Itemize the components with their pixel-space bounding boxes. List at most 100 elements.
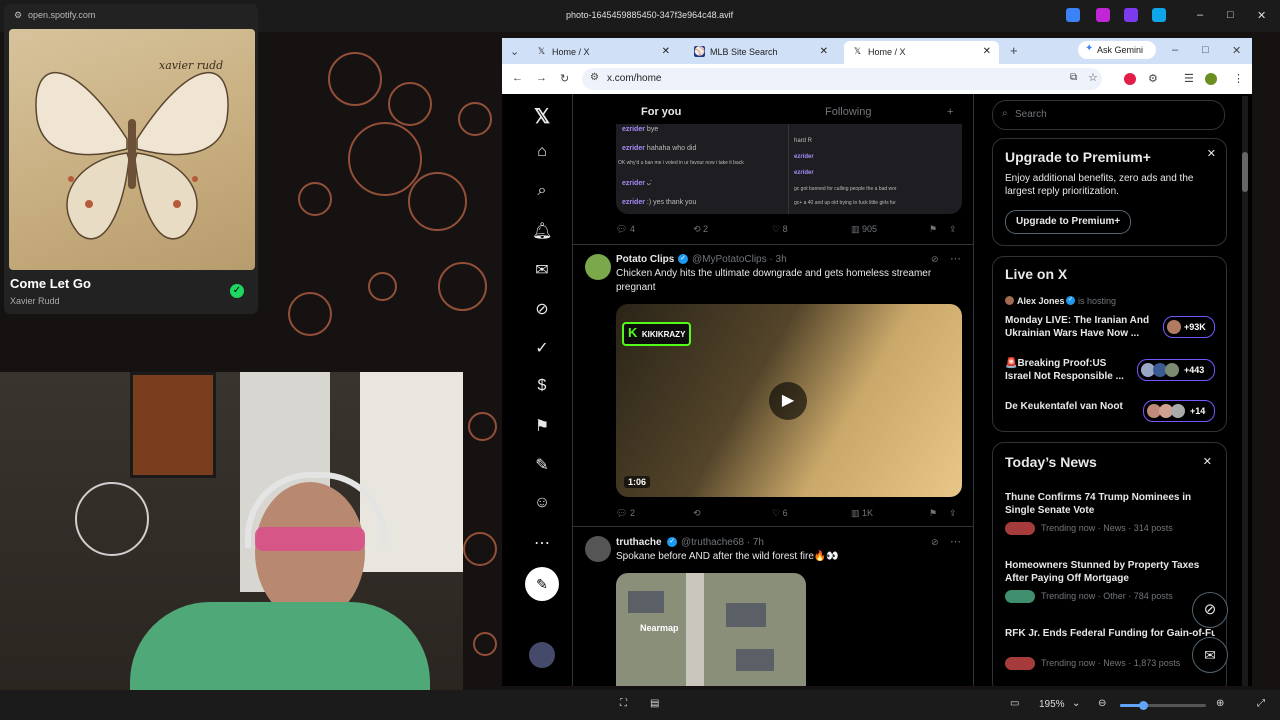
install-app-icon[interactable]: ⧉ bbox=[1070, 72, 1077, 83]
compose-button[interactable]: ✎ bbox=[525, 567, 559, 601]
reply-button[interactable]: 💬︎ 2 bbox=[616, 508, 635, 519]
close-tab-icon[interactable]: ✕ bbox=[983, 46, 991, 57]
video-player[interactable]: K KIKIKRAZY ▶ 1:06 bbox=[616, 304, 962, 497]
tab-home-x-1[interactable]: 𝕏 Home / X ✕ bbox=[528, 41, 678, 64]
designer-icon[interactable] bbox=[1124, 8, 1138, 22]
host-name[interactable]: Alex Jones bbox=[1017, 295, 1065, 308]
adblock-icon[interactable] bbox=[1124, 73, 1136, 85]
live-listeners-pill[interactable]: +93K bbox=[1163, 316, 1215, 338]
live-listeners-pill[interactable]: +443 bbox=[1137, 359, 1215, 381]
post-handle[interactable]: @MyPotatoClips · 3h bbox=[692, 254, 787, 265]
more-icon[interactable]: ⋯ bbox=[532, 533, 552, 553]
home-icon[interactable]: ⌂ bbox=[532, 143, 552, 161]
site-info-icon[interactable]: ⚙ bbox=[590, 72, 599, 83]
upgrade-premium-button[interactable]: Upgrade to Premium+ bbox=[1005, 210, 1132, 234]
like-button[interactable]: ♡ 6 bbox=[772, 508, 788, 519]
notifications-icon[interactable]: 🔔︎ bbox=[532, 221, 552, 241]
maximize-browser-button[interactable]: □ bbox=[1202, 44, 1209, 56]
saved-check-icon[interactable]: ✓ bbox=[230, 284, 244, 298]
onedrive-icon[interactable] bbox=[1152, 8, 1166, 22]
grok-icon[interactable]: ⊘ bbox=[532, 299, 552, 319]
forward-icon[interactable]: → bbox=[536, 72, 547, 84]
play-button[interactable]: ▶ bbox=[769, 382, 807, 420]
live-item-title[interactable]: 🚨Breaking Proof:US Israel Not Responsibl… bbox=[1005, 357, 1135, 383]
zoom-in-icon[interactable]: ⊕ bbox=[1216, 698, 1224, 709]
live-item-title[interactable]: De Keukentafel van Noot bbox=[1005, 400, 1145, 413]
photos-app-icon[interactable] bbox=[1066, 8, 1080, 22]
crop-icon[interactable]: ⛶ bbox=[620, 698, 627, 709]
news-item[interactable]: RFK Jr. Ends Federal Funding for Gain-of… bbox=[1005, 627, 1217, 670]
scrollbar-thumb[interactable] bbox=[1242, 152, 1248, 192]
money-icon[interactable]: $ bbox=[532, 377, 552, 395]
share-icon[interactable]: ⇪ bbox=[949, 224, 957, 235]
back-icon[interactable]: ← bbox=[512, 72, 523, 84]
bookmark-icon[interactable]: ⚑ bbox=[929, 508, 937, 519]
search-box[interactable]: ⌕ Search bbox=[992, 100, 1225, 130]
tab-list-icon[interactable]: ⌄ bbox=[510, 45, 519, 58]
articles-icon[interactable]: ✎ bbox=[532, 455, 552, 475]
extensions-icon[interactable]: ⚙ bbox=[1148, 72, 1158, 85]
song-title[interactable]: Come Let Go bbox=[10, 276, 91, 291]
profile-icon[interactable]: ☺ bbox=[532, 494, 552, 512]
aerial-photo[interactable]: Nearmap bbox=[616, 573, 806, 686]
close-button[interactable]: ✕ bbox=[1257, 9, 1266, 22]
tab-for-you[interactable]: For you bbox=[641, 106, 681, 118]
zoom-slider[interactable] bbox=[1120, 701, 1206, 710]
grok-post-icon[interactable]: ⊘ bbox=[931, 537, 939, 548]
post-author-name[interactable]: Potato Clips bbox=[616, 254, 674, 265]
bookmark-icon[interactable]: ⚑ bbox=[929, 224, 937, 235]
grok-post-icon[interactable]: ⊘ bbox=[931, 254, 939, 265]
minimize-button[interactable]: – bbox=[1197, 9, 1203, 21]
more-options-icon[interactable]: ⋯ bbox=[950, 535, 961, 548]
news-item[interactable]: Homeowners Stunned by Property Taxes Aft… bbox=[1005, 559, 1217, 603]
views-button[interactable]: ▥ 1K bbox=[851, 508, 873, 519]
news-item[interactable]: Thune Confirms 74 Trump Nominees in Sing… bbox=[1005, 491, 1217, 535]
fit-screen-icon[interactable]: ▭ bbox=[1010, 698, 1019, 709]
live-item-title[interactable]: Monday LIVE: The Iranian And Ukrainian W… bbox=[1005, 314, 1155, 340]
verified-icon[interactable]: ✓ bbox=[532, 338, 552, 358]
repost-button[interactable]: ⟲ bbox=[693, 508, 701, 519]
account-avatar[interactable] bbox=[529, 642, 555, 668]
reading-list-icon[interactable]: ☰ bbox=[1184, 72, 1194, 85]
live-listeners-pill[interactable]: +14 bbox=[1143, 400, 1215, 422]
new-tab-button[interactable]: + bbox=[1010, 43, 1018, 58]
post-handle[interactable]: @truthache68 · 7h bbox=[681, 537, 764, 548]
ask-gemini-button[interactable]: ✦ Ask Gemini bbox=[1078, 41, 1156, 59]
zoom-out-icon[interactable]: ⊖ bbox=[1098, 698, 1106, 709]
repost-button[interactable]: ⟲ 2 bbox=[693, 224, 708, 235]
zoom-level[interactable]: 195% bbox=[1039, 699, 1065, 710]
chat-screenshot-image[interactable]: ezrider bye ezrider hahaha who did OK wh… bbox=[616, 124, 962, 214]
share-icon[interactable]: ⇪ bbox=[949, 508, 957, 519]
messages-float-button[interactable]: ✉ bbox=[1192, 637, 1228, 673]
maximize-button[interactable]: □ bbox=[1227, 9, 1234, 21]
profile-avatar[interactable] bbox=[1205, 73, 1217, 85]
address-bar[interactable]: ⚙ x.com/home ⧉ ☆ bbox=[582, 68, 1102, 90]
scrollbar[interactable] bbox=[1242, 96, 1248, 686]
bookmark-star-icon[interactable]: ☆ bbox=[1088, 71, 1098, 84]
tab-home-x-active[interactable]: 𝕏 Home / X ✕ bbox=[844, 41, 999, 64]
close-browser-button[interactable]: ✕ bbox=[1232, 44, 1241, 57]
close-premium-icon[interactable]: ✕ bbox=[1207, 147, 1216, 160]
avatar[interactable] bbox=[585, 254, 611, 280]
minimize-browser-button[interactable]: – bbox=[1172, 44, 1178, 56]
grok-float-button[interactable]: ⊘ bbox=[1192, 592, 1228, 628]
close-tab-icon[interactable]: ✕ bbox=[820, 46, 828, 57]
site-settings-icon[interactable]: ⚙ bbox=[14, 10, 22, 21]
fullscreen-icon[interactable]: ⤢ bbox=[1257, 698, 1265, 709]
tab-mlb-site-search[interactable]: ⚾ MLB Site Search ✕ bbox=[686, 41, 836, 64]
x-logo-icon[interactable]: 𝕏 bbox=[532, 104, 552, 129]
reload-icon[interactable]: ↻ bbox=[560, 72, 569, 85]
zoom-dropdown-icon[interactable]: ⌄ bbox=[1072, 698, 1080, 709]
avatar[interactable] bbox=[585, 536, 611, 562]
tab-following[interactable]: Following bbox=[825, 106, 871, 118]
add-feed-icon[interactable]: + bbox=[947, 106, 953, 118]
reply-button[interactable]: 💬︎ 4 bbox=[616, 224, 635, 235]
clipchamp-icon[interactable] bbox=[1096, 8, 1110, 22]
ocr-icon[interactable]: ▤ bbox=[650, 698, 659, 709]
menu-icon[interactable]: ⋮ bbox=[1233, 72, 1244, 85]
close-tab-icon[interactable]: ✕ bbox=[662, 46, 670, 57]
messages-icon[interactable]: ✉ bbox=[532, 260, 552, 280]
post-author-name[interactable]: truthache bbox=[616, 537, 662, 548]
views-button[interactable]: ▥ 905 bbox=[851, 224, 877, 235]
search-icon[interactable]: ⌕ bbox=[532, 182, 552, 200]
